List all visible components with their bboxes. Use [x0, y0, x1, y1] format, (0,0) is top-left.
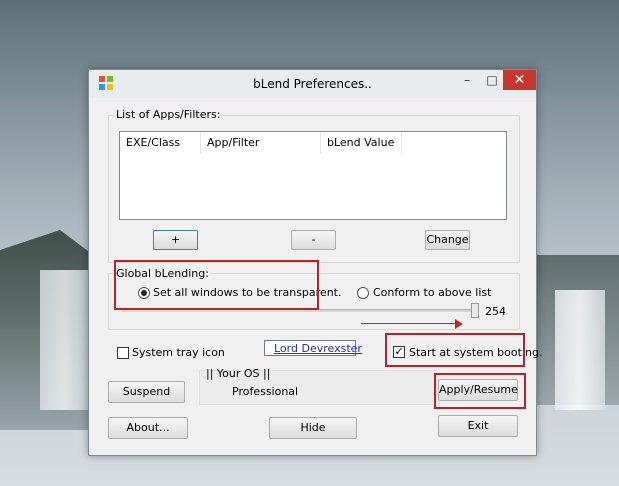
minimize-button[interactable]: – [454, 70, 480, 90]
hide-button[interactable]: Hide [269, 417, 357, 439]
apply-resume-button[interactable]: Apply/Resume [438, 379, 518, 401]
os-label: || Your OS || [206, 367, 271, 380]
change-button[interactable]: Change [425, 230, 470, 250]
system-tray-checkbox[interactable] [117, 347, 129, 359]
column-header-app-filter[interactable]: App/Filter [201, 132, 321, 154]
start-at-boot-label[interactable]: Start at system booting. [409, 346, 542, 359]
suspend-button[interactable]: Suspend [108, 381, 185, 403]
maximize-button[interactable]: □ [479, 70, 505, 90]
credit-link-box[interactable]: Lord Devrexster [264, 340, 362, 356]
close-button[interactable]: ✕ [503, 70, 536, 90]
annotation-arrow-head [455, 319, 463, 329]
set-all-transparent-label[interactable]: Set all windows to be transparent. [153, 286, 342, 299]
annotation-arrow-line [361, 323, 461, 324]
credit-link[interactable]: Lord Devrexster [274, 342, 362, 355]
background-waterfall-right [555, 290, 605, 410]
exit-button[interactable]: Exit [438, 415, 518, 437]
apps-list[interactable]: EXE/Class App/Filter bLend Value [119, 131, 507, 220]
background-waterfall-left [40, 270, 90, 410]
conform-to-list-radio[interactable] [357, 287, 369, 299]
os-value: Professional [232, 385, 299, 398]
title-bar[interactable]: bLend Preferences.. – □ ✕ [89, 70, 536, 98]
blend-slider-thumb[interactable] [471, 303, 479, 318]
conform-to-list-label[interactable]: Conform to above list [373, 286, 491, 299]
blend-slider-value: 254 [485, 305, 506, 318]
about-button[interactable]: About... [108, 417, 188, 439]
start-at-boot-checkbox[interactable]: ✓ [393, 346, 405, 358]
system-tray-label[interactable]: System tray icon [132, 346, 225, 359]
column-header-exe-class[interactable]: EXE/Class [120, 132, 201, 154]
blend-slider-track[interactable] [122, 309, 476, 312]
preferences-window: bLend Preferences.. – □ ✕ List of Apps/F… [88, 69, 542, 456]
column-header-blend-value[interactable]: bLend Value [321, 132, 402, 154]
remove-button[interactable]: - [291, 230, 336, 250]
add-button[interactable]: + [153, 230, 198, 250]
global-blending-label: Global bLending: [115, 267, 210, 280]
set-all-transparent-radio[interactable] [138, 287, 150, 299]
apps-filters-label: List of Apps/Filters: [115, 108, 222, 121]
